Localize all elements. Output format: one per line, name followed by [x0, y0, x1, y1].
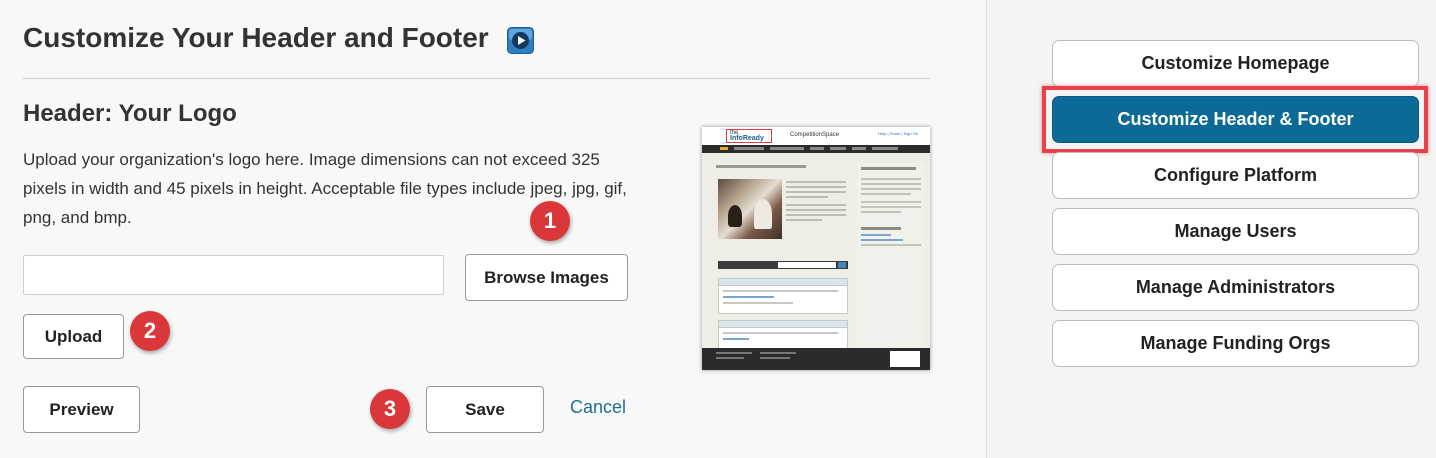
main-content: Customize Your Header and Footer Header:… [0, 0, 986, 458]
section-title: Header: Your Logo [23, 100, 237, 127]
thumbnail-site-name: CompetitionSpace [790, 132, 840, 138]
thumbnail-nav [702, 145, 930, 153]
manage-funding-orgs-button[interactable]: Manage Funding Orgs [1052, 320, 1419, 367]
thumbnail-logo: the InfoReady [726, 129, 772, 143]
step-badge-3: 3 [370, 389, 410, 429]
header-preview-thumbnail: the InfoReady CompetitionSpace Help | Ho… [702, 127, 930, 370]
preview-button[interactable]: Preview [23, 386, 140, 433]
customize-header-footer-button[interactable]: Customize Header & Footer [1052, 96, 1419, 143]
manage-administrators-button[interactable]: Manage Administrators [1052, 264, 1419, 311]
logo-file-input[interactable] [23, 255, 444, 295]
thumbnail-top-links: Help | Home | Sign On [878, 131, 918, 136]
step-badge-2: 2 [130, 311, 170, 351]
manage-users-button[interactable]: Manage Users [1052, 208, 1419, 255]
upload-button[interactable]: Upload [23, 314, 124, 359]
thumbnail-logo-text: InfoReady [730, 135, 764, 142]
configure-platform-button[interactable]: Configure Platform [1052, 152, 1419, 199]
thumbnail-search [718, 261, 848, 269]
page-title: Customize Your Header and Footer [23, 22, 489, 53]
thumbnail-footer [702, 348, 930, 370]
browse-images-button[interactable]: Browse Images [465, 254, 628, 301]
thumbnail-body [702, 153, 930, 350]
thumbnail-panel-1 [718, 278, 848, 314]
thumbnail-panel-2 [718, 320, 848, 350]
customize-homepage-button[interactable]: Customize Homepage [1052, 40, 1419, 87]
step-badge-1: 1 [530, 201, 570, 241]
thumbnail-photo [718, 179, 782, 239]
thumbnail-right-column [857, 163, 925, 348]
cancel-link[interactable]: Cancel [570, 397, 626, 418]
video-play-icon[interactable] [507, 27, 534, 54]
thumbnail-header: the InfoReady CompetitionSpace Help | Ho… [702, 127, 930, 145]
save-button[interactable]: Save [426, 386, 544, 433]
title-divider [23, 78, 930, 79]
